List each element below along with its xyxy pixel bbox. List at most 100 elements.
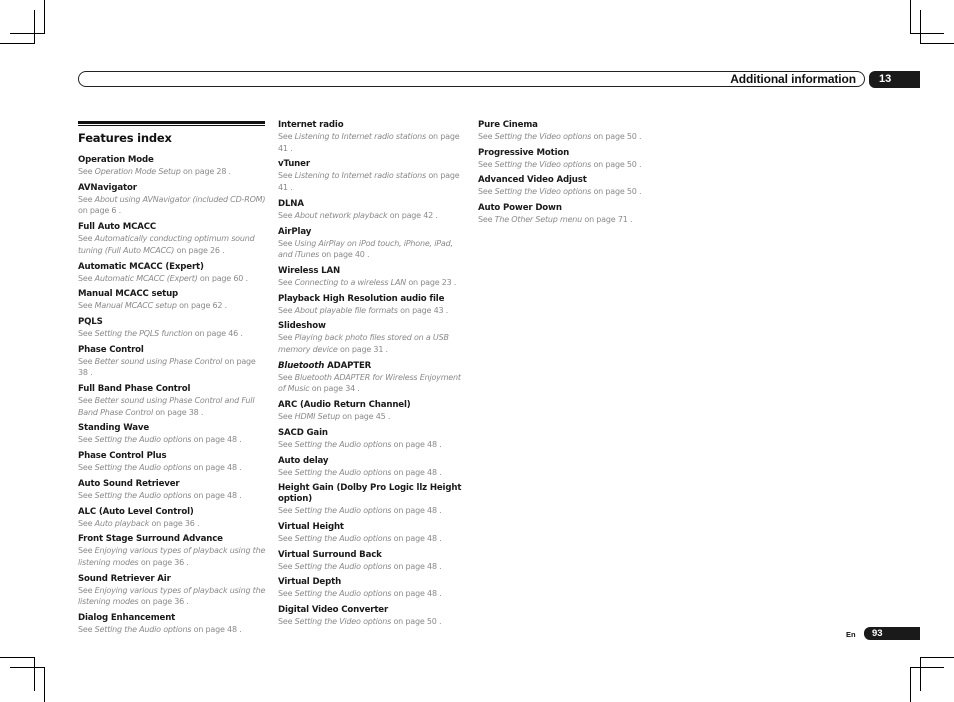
index-term-text: AirPlay [278, 226, 312, 237]
index-reference: See Setting the Audio options on page 48… [278, 505, 466, 517]
reference-link[interactable]: Bluetooth ADAPTER for Wireless Enjoyment… [278, 373, 461, 394]
index-term: Phase Control Plus [78, 451, 266, 462]
index-entry: Auto delay See Setting the Audio options … [278, 456, 466, 479]
index-entry: Operation Mode See Operation Mode Setup o… [78, 155, 266, 178]
reference-link[interactable]: Setting the Video options [495, 160, 592, 169]
see-label: See [278, 210, 295, 220]
page-reference: on page 6 . [78, 206, 122, 216]
index-term-text: Height Gain (Dolby Pro Logic llz Height … [278, 483, 462, 505]
reference-link[interactable]: Automatically conducting optimum sound t… [78, 234, 255, 255]
index-reference: See Setting the Audio options on page 48… [278, 467, 466, 479]
index-term-text: Internet radio [278, 120, 344, 130]
index-term: Internet radio [278, 120, 466, 131]
index-reference: See Setting the Audio options on page 48… [278, 439, 466, 451]
index-reference: See About using AVNavigator (included CD… [78, 194, 266, 217]
index-entry: SACD Gain See Setting the Audio options o… [278, 428, 466, 451]
index-term: Advanced Video Adjust [478, 175, 666, 186]
reference-link[interactable]: HDMI Setup [295, 412, 340, 421]
see-label: See [278, 561, 295, 571]
see-label: See [278, 277, 295, 287]
reference-link[interactable]: About playable file formats [295, 306, 398, 315]
index-reference: See Listening to Internet radio stations… [278, 131, 466, 154]
index-column-2: Internet radio See Listening to Internet … [278, 120, 466, 633]
reference-link[interactable]: Setting the Audio options [295, 506, 392, 515]
index-entry: Phase Control Plus See Setting the Audio … [78, 451, 266, 474]
index-term: Bluetooth ADAPTER [278, 361, 466, 372]
reference-link[interactable]: Operation Mode Setup [95, 167, 181, 176]
see-label: See [478, 159, 495, 169]
page-reference: on page 48 . [191, 625, 242, 635]
index-entry: Automatic MCACC (Expert) See Automatic MC… [78, 262, 266, 285]
index-term-text: Full Band Phase Control [78, 384, 191, 395]
reference-link[interactable]: Setting the PQLS function [95, 329, 193, 338]
index-term-text: ADAPTER [324, 360, 372, 371]
reference-link[interactable]: Better sound using Phase Control [95, 357, 223, 366]
index-reference: See Setting the PQLS function on page 46… [78, 328, 266, 340]
reference-link[interactable]: Manual MCACC setup [95, 301, 177, 310]
index-term: Standing Wave [78, 423, 266, 434]
index-entry: Progressive Motion See Setting the Video … [478, 148, 666, 171]
see-label: See [278, 372, 295, 382]
index-reference: See Auto playback on page 36 . [78, 518, 266, 530]
index-term: Automatic MCACC (Expert) [78, 262, 266, 273]
page-reference: on page 48 . [391, 589, 442, 599]
reference-link[interactable]: Setting the Audio options [95, 625, 192, 634]
index-term-text: Full Auto MCACC [78, 222, 157, 233]
reference-link[interactable]: Setting the Video options [295, 617, 392, 626]
reference-link[interactable]: Setting the Audio options [95, 491, 192, 500]
reference-link[interactable]: Listening to Internet radio stations [295, 132, 427, 141]
see-label: See [78, 396, 95, 406]
see-label: See [278, 617, 295, 627]
page-reference: on page 36 . [138, 557, 189, 567]
index-term-text: Sound Retriever Air [78, 573, 171, 584]
index-term-text: Standing Wave [78, 423, 150, 434]
reference-link[interactable]: Setting the Video options [495, 132, 592, 141]
index-entry: Phase Control See Better sound using Phas… [78, 345, 266, 379]
reference-link[interactable]: Setting the Audio options [95, 463, 192, 472]
chapter-number-badge: 13 [869, 71, 920, 88]
index-reference: See Manual MCACC setup on page 62 . [78, 300, 266, 312]
index-reference: See Setting the Audio options on page 48… [278, 533, 466, 545]
page-reference: on page 40 . [319, 250, 370, 260]
see-label: See [478, 132, 495, 141]
see-label: See [78, 625, 95, 635]
index-reference: See The Other Setup menu on page 71 . [478, 214, 666, 226]
index-term-text: ALC (Auto Level Control) [78, 506, 194, 517]
index-term: Phase Control [78, 345, 266, 356]
reference-link[interactable]: Setting the Audio options [295, 440, 392, 449]
page-reference: on page 48 . [191, 490, 242, 500]
index-term: Auto delay [278, 456, 466, 467]
reference-link[interactable]: Connecting to a wireless LAN [295, 278, 407, 287]
reference-link[interactable]: Automatic MCACC (Expert) [95, 274, 198, 283]
page-reference: on page 50 . [591, 159, 642, 169]
index-term-text: Auto Sound Retriever [78, 478, 180, 489]
index-term-text: Slideshow [278, 321, 326, 332]
reference-link[interactable]: About using AVNavigator (included CD-ROM… [95, 195, 266, 204]
reference-link[interactable]: Setting the Audio options [295, 534, 392, 543]
index-term: Full Band Phase Control [78, 384, 266, 395]
page-number-badge: 93 [864, 627, 920, 640]
page-reference: on page 48 . [391, 439, 442, 449]
reference-link[interactable]: Setting the Audio options [295, 562, 392, 571]
index-term-text: Virtual Depth [278, 577, 342, 588]
page-reference: on page 31 . [337, 345, 388, 355]
page-reference: on page 23 . [406, 277, 457, 287]
see-label: See [278, 412, 295, 422]
index-reference: See About playable file formats on page … [278, 305, 466, 317]
index-reference: See Enjoying various types of playback u… [78, 585, 266, 608]
reference-link[interactable]: Setting the Audio options [295, 589, 392, 598]
reference-link[interactable]: Auto playback [95, 519, 150, 528]
see-label: See [478, 215, 495, 225]
reference-link[interactable]: Listening to Internet radio stations [295, 171, 427, 180]
index-term: AirPlay [278, 227, 466, 238]
see-label: See [78, 463, 95, 473]
page-reference: on page 48 . [191, 463, 242, 473]
page-reference: on page 50 . [591, 132, 642, 141]
reference-link[interactable]: Setting the Audio options [95, 435, 192, 444]
reference-link[interactable]: About network playback [295, 211, 388, 220]
reference-link[interactable]: The Other Setup menu [495, 215, 583, 224]
index-entry: PQLS See Setting the PQLS function on pag… [78, 317, 266, 340]
page-reference: on page 48 . [391, 467, 442, 477]
reference-link[interactable]: Setting the Audio options [295, 468, 392, 477]
reference-link[interactable]: Setting the Video options [495, 187, 592, 196]
